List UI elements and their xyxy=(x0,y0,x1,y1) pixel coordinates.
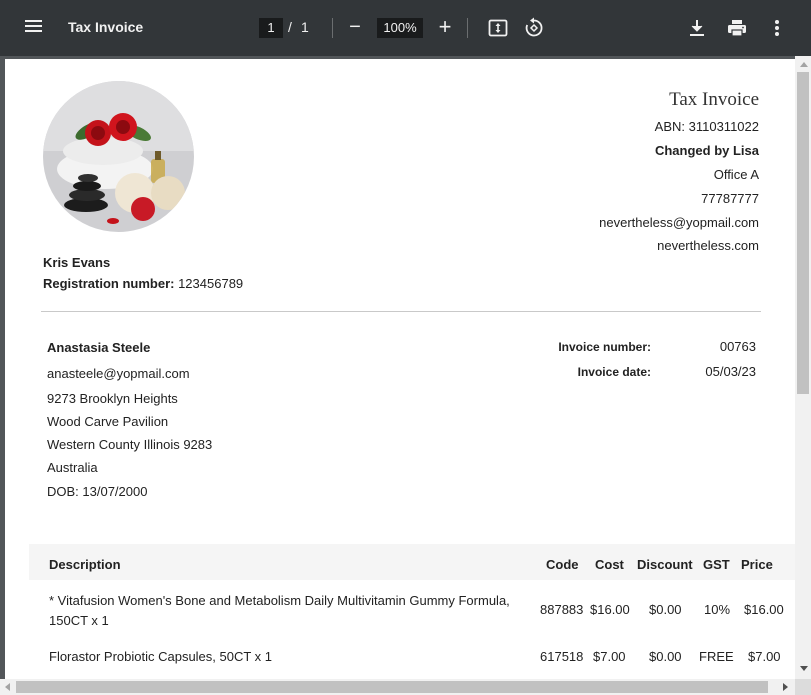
registration-value: 123456789 xyxy=(174,276,244,291)
column-header-cost: Cost xyxy=(595,557,624,572)
document-title: Tax Invoice xyxy=(68,19,144,35)
toolbar-divider xyxy=(332,18,333,38)
column-header-code: Code xyxy=(546,557,579,572)
customer-address-line1: 9273 Brooklyn Heights xyxy=(47,391,178,406)
invoice-date-value: 05/03/23 xyxy=(705,364,756,379)
fit-page-icon[interactable] xyxy=(488,18,508,38)
row2-code: 617518 xyxy=(540,649,584,664)
more-vert-icon[interactable] xyxy=(772,18,782,38)
toolbar-divider xyxy=(467,18,468,38)
row1-gst: 10% xyxy=(704,602,731,617)
section-divider xyxy=(41,311,761,312)
scroll-down-arrow-icon[interactable] xyxy=(800,666,808,671)
page-separator: / xyxy=(288,19,292,35)
issuer-registration: Registration number: 123456789 xyxy=(43,276,243,291)
customer-name: Anastasia Steele xyxy=(47,340,151,355)
seller-name: Changed by Lisa xyxy=(654,143,759,158)
invoice-title: Tax Invoice xyxy=(669,89,759,110)
column-header-price: Price xyxy=(741,557,773,572)
page-number-input[interactable]: 1 xyxy=(259,18,283,38)
registration-label: Registration number: xyxy=(43,276,175,291)
row1-discount: $0.00 xyxy=(649,602,682,617)
seller-website: nevertheless.com xyxy=(657,238,759,253)
zoom-level-input[interactable]: 100% xyxy=(377,18,423,38)
seller-phone: 77787777 xyxy=(701,191,759,206)
issuer-name: Kris Evans xyxy=(43,255,111,270)
download-icon[interactable] xyxy=(688,18,706,38)
row2-description-line1: Florastor Probiotic Capsules, 50CT x 1 xyxy=(49,649,273,664)
scroll-up-arrow-icon[interactable] xyxy=(800,62,808,67)
column-header-discount: Discount xyxy=(637,557,693,572)
page-total: 1 xyxy=(301,19,309,35)
invoice-number-label: Invoice number: xyxy=(558,340,651,354)
customer-dob: DOB: 13/07/2000 xyxy=(47,484,148,499)
row2-gst: FREE xyxy=(699,649,734,664)
company-logo-image xyxy=(43,81,194,232)
scroll-left-arrow-icon[interactable] xyxy=(5,683,10,691)
seller-office: Office A xyxy=(713,167,759,182)
print-icon[interactable] xyxy=(727,18,747,38)
row2-discount: $0.00 xyxy=(649,649,682,664)
pdf-toolbar: Tax Invoice 1 / 1 − 100% + xyxy=(0,0,811,56)
customer-country: Australia xyxy=(47,460,98,475)
row1-price: $16.00 xyxy=(744,602,784,617)
row1-cost: $16.00 xyxy=(590,602,630,617)
invoice-number-value: 00763 xyxy=(719,339,756,354)
customer-email: anasteele@yopmail.com xyxy=(47,366,190,381)
seller-email: nevertheless@yopmail.com xyxy=(599,215,759,230)
customer-address-line3: Western County Illinois 9283 xyxy=(47,437,213,452)
zoom-in-button[interactable]: + xyxy=(437,16,453,38)
column-header-description: Description xyxy=(49,557,121,572)
rotate-icon[interactable] xyxy=(523,17,545,39)
seller-abn: ABN: 3110311022 xyxy=(654,119,759,134)
scroll-right-arrow-icon[interactable] xyxy=(783,683,788,691)
row2-price: $7.00 xyxy=(748,649,781,664)
zoom-out-button[interactable]: − xyxy=(347,17,363,37)
row2-cost: $7.00 xyxy=(593,649,626,664)
invoice-date-label: Invoice date: xyxy=(577,365,651,379)
row1-description-line1: * Vitafusion Women's Bone and Metabolism… xyxy=(49,593,510,608)
row1-code: 887883 xyxy=(540,602,584,617)
menu-icon[interactable] xyxy=(24,18,44,38)
column-header-gst: GST xyxy=(703,557,730,572)
horizontal-scrollbar-thumb[interactable] xyxy=(16,681,768,693)
vertical-scrollbar-thumb[interactable] xyxy=(797,72,809,394)
scrollbar-corner xyxy=(795,679,811,695)
row1-description-line2: 150CT x 1 xyxy=(49,613,109,628)
pdf-page: Tax Invoice ABN: 3110311022 Changed by L… xyxy=(5,59,795,679)
customer-address-line2: Wood Carve Pavilion xyxy=(47,414,169,429)
